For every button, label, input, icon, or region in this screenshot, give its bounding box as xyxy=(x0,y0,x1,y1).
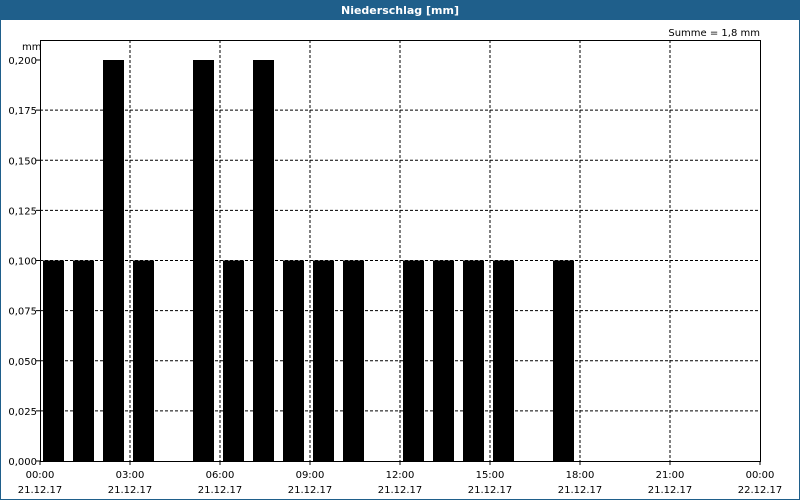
y-tick-label: 0,000 xyxy=(8,457,37,468)
bar xyxy=(493,260,514,461)
x-tick-date: 21.12.17 xyxy=(378,485,423,496)
bar xyxy=(43,260,64,461)
y-tick-label: 0,175 xyxy=(8,106,37,117)
bar xyxy=(223,260,244,461)
x-tick-time: 18:00 xyxy=(566,470,595,481)
y-tick-label: 0,050 xyxy=(8,357,37,368)
x-tick-time: 00:00 xyxy=(746,470,775,481)
x-tick-time: 00:00 xyxy=(26,470,55,481)
x-tick-date: 21.12.17 xyxy=(558,485,603,496)
bar xyxy=(103,60,124,461)
y-tick-label: 0,150 xyxy=(8,156,37,167)
bar xyxy=(553,260,574,461)
x-tick-time: 12:00 xyxy=(386,470,415,481)
x-tick-date: 22.12.17 xyxy=(738,485,783,496)
x-tick-time: 21:00 xyxy=(656,470,685,481)
x-tick-time: 09:00 xyxy=(296,470,325,481)
y-axis: 0,000 0,025 0,050 0,075 0,100 0,125 0,150 0,175… xyxy=(8,56,40,468)
x-tick-date: 21.12.17 xyxy=(468,485,513,496)
bar xyxy=(253,60,274,461)
x-tick-time: 03:00 xyxy=(116,470,145,481)
bar xyxy=(403,260,424,461)
x-tick-date: 21.12.17 xyxy=(108,485,153,496)
summary-label: Summe = 1,8 mm xyxy=(668,28,760,39)
y-axis-label: mm xyxy=(22,42,41,53)
bar xyxy=(463,260,484,461)
bar xyxy=(343,260,364,461)
bar xyxy=(283,260,304,461)
x-tick-date: 21.12.17 xyxy=(288,485,333,496)
precipitation-chart: 0,000 0,025 0,050 0,075 0,100 0,125 0,150 0,175… xyxy=(8,28,783,496)
y-tick-label: 0,200 xyxy=(8,56,37,67)
x-tick-date: 21.12.17 xyxy=(198,485,243,496)
x-tick-date: 21.12.17 xyxy=(648,485,693,496)
bars xyxy=(43,60,574,461)
bar xyxy=(193,60,214,461)
bar xyxy=(433,260,454,461)
bar xyxy=(313,260,334,461)
y-tick-label: 0,025 xyxy=(8,407,37,418)
y-tick-label: 0,075 xyxy=(8,307,37,318)
x-tick-date: 21.12.17 xyxy=(18,485,63,496)
bar xyxy=(133,260,154,461)
x-tick-time: 06:00 xyxy=(206,470,235,481)
x-axis: 00:00 21.12.17 03:00 21.12.17 06:00 21.12.17 0… xyxy=(18,461,783,496)
x-tick-time: 15:00 xyxy=(476,470,505,481)
y-tick-label: 0,125 xyxy=(8,206,37,217)
bar xyxy=(73,260,94,461)
y-tick-label: 0,100 xyxy=(8,257,37,268)
